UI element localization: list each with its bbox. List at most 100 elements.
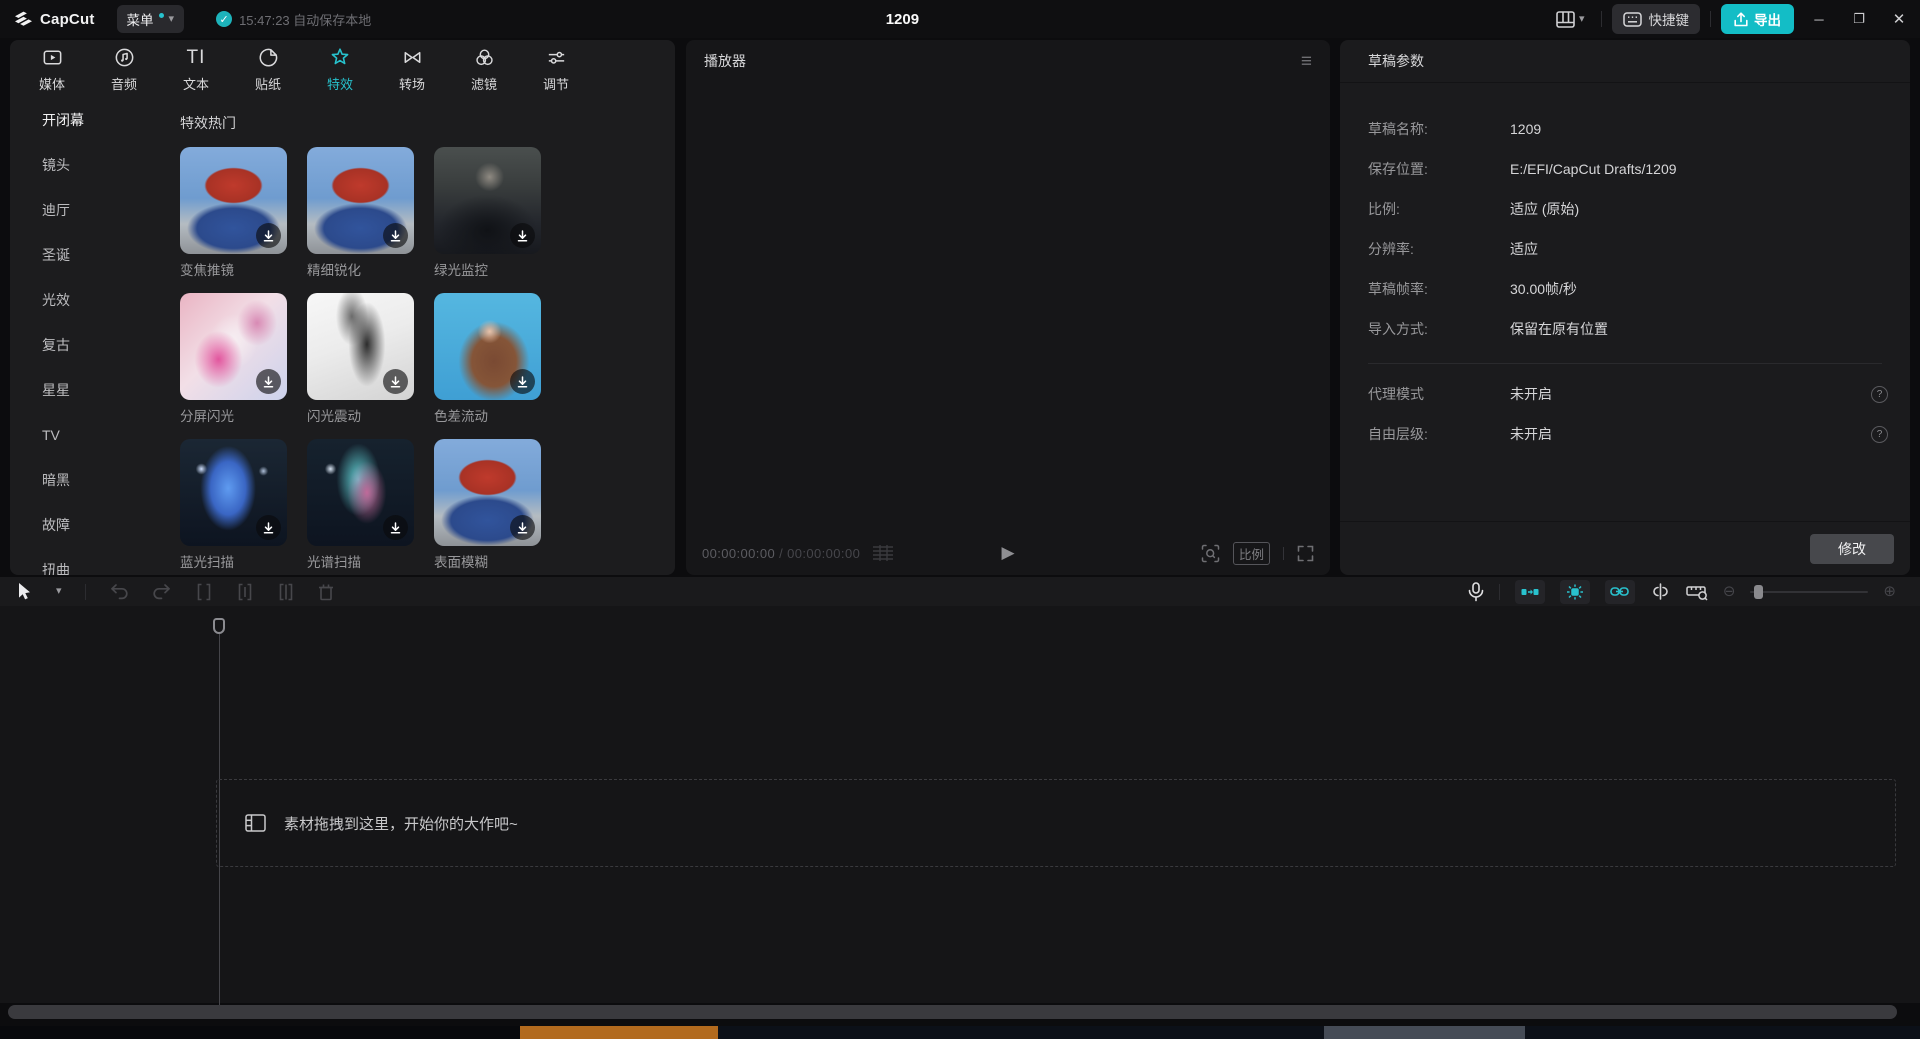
fit-preview-icon[interactable] — [1201, 544, 1220, 563]
effect-card-flash-shake[interactable]: 闪光震动 — [307, 293, 414, 426]
sidebar-item-tv[interactable]: TV — [10, 412, 165, 457]
effect-card-green-monitor[interactable]: 绿光监控 — [434, 147, 541, 280]
taskbar-peek-strip — [0, 1026, 1920, 1039]
tab-filter[interactable]: 滤镜 — [448, 40, 520, 97]
horizontal-scrollbar[interactable] — [8, 1005, 1897, 1019]
library-tabbar: 媒体 音频 TI 文本 贴纸 — [10, 40, 675, 97]
taskbar-segment — [1525, 1026, 1920, 1039]
minimize-button[interactable]: ─ — [1804, 4, 1834, 34]
sidebar-item-distort[interactable]: 扭曲 — [10, 547, 165, 575]
download-icon[interactable] — [256, 369, 281, 394]
taskbar-segment — [0, 1026, 520, 1039]
effect-card-zoom-push[interactable]: 变焦推镜 — [180, 147, 287, 280]
effect-thumbnail — [307, 439, 414, 546]
effect-card-chromatic-flow[interactable]: 色差流动 — [434, 293, 541, 426]
delete-right-icon[interactable] — [277, 583, 295, 601]
capcut-logo-icon — [14, 11, 33, 27]
sidebar-item-opening[interactable]: 开闭幕 — [10, 97, 165, 142]
param-row-proxy-mode: 代理模式 未开启 ? — [1340, 374, 1910, 414]
shortcuts-button[interactable]: 快捷键 — [1612, 4, 1701, 34]
sidebar-item-retro[interactable]: 复古 — [10, 322, 165, 367]
effects-grid: 变焦推镜 精细锐化 绿光监控 — [180, 147, 675, 572]
close-button[interactable]: ✕ — [1884, 4, 1914, 34]
effect-name: 蓝光扫描 — [180, 551, 287, 572]
download-icon[interactable] — [256, 223, 281, 248]
sidebar-item-christmas[interactable]: 圣诞 — [10, 232, 165, 277]
tab-sticker[interactable]: 贴纸 — [232, 40, 304, 97]
zoom-in-icon[interactable]: ⊕ — [1883, 584, 1896, 599]
record-voiceover-icon[interactable] — [1468, 582, 1484, 602]
sidebar-item-dark[interactable]: 暗黑 — [10, 457, 165, 502]
param-row-ratio: 比例: 适应 (原始) — [1340, 189, 1910, 229]
adapt-timeline-icon[interactable] — [1686, 583, 1708, 601]
undo-icon[interactable] — [109, 583, 129, 601]
layout-switch-button[interactable]: ▾ — [1550, 7, 1591, 32]
menu-button[interactable]: 菜单 ▾ — [117, 5, 185, 33]
sidebar-item-lens[interactable]: 镜头 — [10, 142, 165, 187]
notification-dot — [159, 13, 164, 18]
taskbar-segment-gray — [1324, 1026, 1525, 1039]
effect-card-blue-scan[interactable]: 蓝光扫描 — [180, 439, 287, 572]
delete-icon[interactable] — [318, 583, 334, 601]
tab-audio[interactable]: 音频 — [88, 40, 160, 97]
audio-icon — [113, 45, 136, 71]
window-title: 1209 — [886, 0, 919, 38]
linkage-button[interactable] — [1605, 580, 1635, 604]
help-icon[interactable]: ? — [1871, 386, 1888, 403]
download-icon[interactable] — [256, 515, 281, 540]
main-track-magnet-button[interactable] — [1515, 580, 1545, 604]
play-button[interactable]: ▶ — [1001, 543, 1014, 563]
auto-snap-button[interactable] — [1560, 580, 1590, 604]
filter-icon — [473, 45, 496, 71]
effect-card-spectrum-scan[interactable]: 光谱扫描 — [307, 439, 414, 572]
download-icon[interactable] — [383, 515, 408, 540]
fullscreen-icon[interactable] — [1297, 545, 1314, 562]
star-effects-icon — [328, 45, 352, 71]
player-menu-icon[interactable]: ≡ — [1301, 52, 1312, 71]
restore-button[interactable]: ❐ — [1844, 4, 1874, 34]
redo-icon[interactable] — [152, 583, 172, 601]
timeline-zoom-slider[interactable] — [1750, 585, 1868, 599]
check-icon: ✓ — [216, 11, 232, 27]
playhead-handle[interactable] — [213, 618, 225, 634]
empty-track-dropzone[interactable]: 素材拖拽到这里，开始你的大作吧~ — [216, 779, 1896, 867]
download-icon[interactable] — [510, 515, 535, 540]
delete-left-icon[interactable] — [236, 583, 254, 601]
frame-list-icon[interactable] — [872, 545, 894, 561]
tab-text[interactable]: TI 文本 — [160, 40, 232, 97]
export-button[interactable]: 导出 — [1721, 4, 1794, 34]
tab-transition[interactable]: 转场 — [376, 40, 448, 97]
tab-adjust[interactable]: 调节 — [520, 40, 592, 97]
effect-card-fine-sharpen[interactable]: 精细锐化 — [307, 147, 414, 280]
tab-media[interactable]: 媒体 — [16, 40, 88, 97]
split-icon[interactable] — [195, 583, 213, 601]
sidebar-item-disco[interactable]: 迪厅 — [10, 187, 165, 232]
param-row-resolution: 分辨率: 适应 — [1340, 229, 1910, 269]
download-icon[interactable] — [510, 223, 535, 248]
download-icon[interactable] — [383, 223, 408, 248]
preview-axis-icon[interactable] — [1650, 583, 1671, 600]
effect-card-surface-blur[interactable]: 表面模糊 — [434, 439, 541, 572]
download-icon[interactable] — [383, 369, 408, 394]
sidebar-item-glitch[interactable]: 故障 — [10, 502, 165, 547]
help-icon[interactable]: ? — [1871, 426, 1888, 443]
effect-name: 表面模糊 — [434, 551, 541, 572]
download-icon[interactable] — [510, 369, 535, 394]
effect-thumbnail — [434, 439, 541, 546]
divider — [1710, 11, 1711, 27]
effect-card-split-flash[interactable]: 分屏闪光 — [180, 293, 287, 426]
sidebar-item-stars[interactable]: 星星 — [10, 367, 165, 412]
divider — [1499, 584, 1500, 600]
timeline-area[interactable]: 素材拖拽到这里，开始你的大作吧~ — [0, 606, 1920, 1003]
ratio-button[interactable]: 比例 — [1233, 542, 1270, 565]
sticker-icon — [257, 45, 280, 71]
zoom-out-icon[interactable]: ⊖ — [1723, 584, 1736, 599]
chevron-down-icon[interactable]: ▾ — [56, 586, 62, 597]
slider-handle[interactable] — [1754, 585, 1763, 599]
playhead[interactable] — [213, 618, 225, 634]
modify-button[interactable]: 修改 — [1810, 534, 1894, 564]
sidebar-item-light[interactable]: 光效 — [10, 277, 165, 322]
chevron-down-icon: ▾ — [169, 14, 175, 25]
select-tool-icon[interactable] — [16, 582, 33, 601]
tab-effects[interactable]: 特效 — [304, 40, 376, 97]
